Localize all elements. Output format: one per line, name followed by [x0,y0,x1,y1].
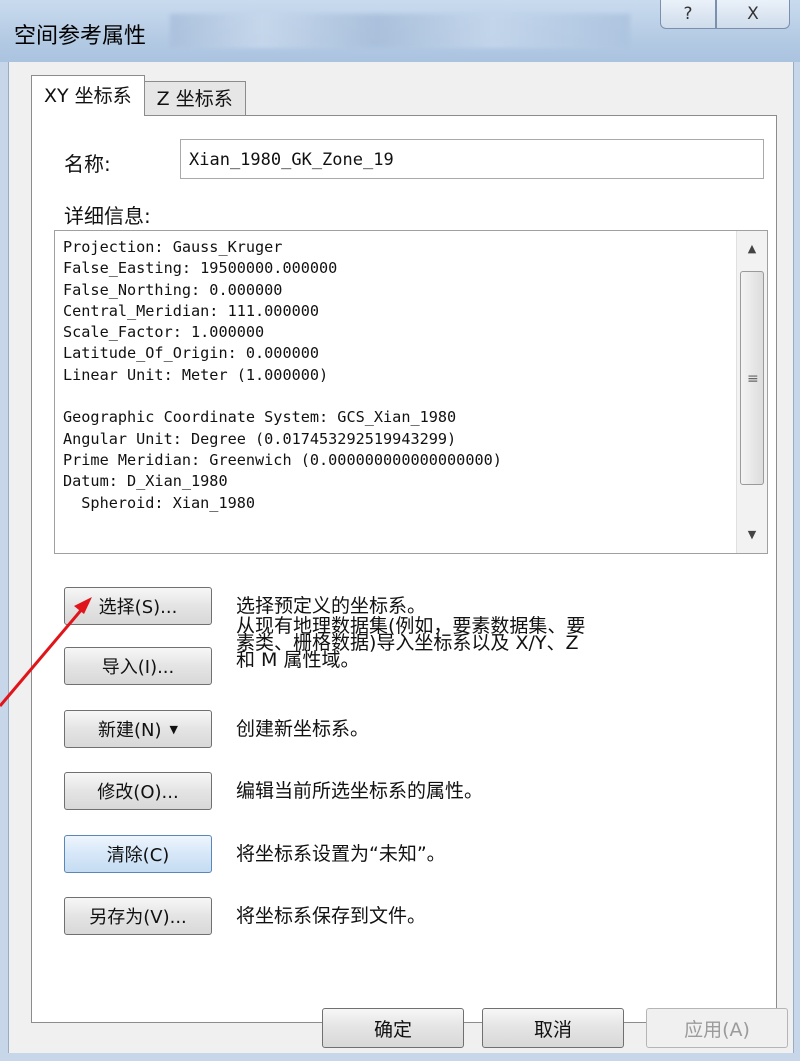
select-description: 选择预定义的坐标系。 [236,595,427,617]
clear-button[interactable]: 清除(C) [64,835,212,873]
apply-button-label: 应用(A) [684,1018,750,1041]
title-bar: 空间参考属性 ? X [0,0,800,63]
details-label: 详细信息: [64,204,151,228]
help-icon: ? [683,4,693,24]
new-button-label: 新建(N) [98,720,162,741]
modify-description: 编辑当前所选坐标系的属性。 [236,780,484,802]
scroll-down-icon[interactable]: ▼ [737,521,767,549]
help-button[interactable]: ? [660,0,716,29]
ok-button-label: 确定 [373,1018,412,1041]
close-icon: X [747,4,759,24]
tab-strip: XY 坐标系 Z 坐标系 [31,75,246,116]
scroll-grip-icon: ≡ [747,371,759,387]
scroll-up-icon[interactable]: ▲ [737,235,767,263]
cancel-button-label: 取消 [533,1018,572,1041]
select-button-label: 选择(S)... [98,597,178,618]
scroll-thumb[interactable]: ≡ [740,271,764,485]
import-description: 从现有地理数据集(例如，要素数据集、要 素类、栅格数据)导入坐标系以及 X/Y、… [236,615,586,671]
new-button[interactable]: 新建(N) ▼ [64,710,212,748]
new-description: 创建新坐标系。 [236,718,370,740]
select-button[interactable]: 选择(S)... [64,587,212,625]
close-button[interactable]: X [716,0,790,29]
save-as-button[interactable]: 另存为(V)... [64,897,212,935]
modify-button[interactable]: 修改(O)... [64,772,212,810]
name-label: 名称: [64,152,111,176]
tab-xy-coordinate-system[interactable]: XY 坐标系 [31,75,145,116]
import-button-label: 导入(I)... [101,657,175,678]
import-button[interactable]: 导入(I)... [64,647,212,685]
details-scrollbar[interactable]: ▲ ≡ ▼ [736,231,767,553]
clear-button-label: 清除(C) [106,845,170,866]
save-as-description: 将坐标系保存到文件。 [236,905,427,927]
window-title: 空间参考属性 [14,24,147,49]
clear-description: 将坐标系设置为“未知”。 [236,843,446,865]
caption-buttons: ? X [660,0,800,30]
cancel-button[interactable]: 取消 [482,1008,624,1048]
save-as-button-label: 另存为(V)... [89,907,187,928]
details-text: Projection: Gauss_Kruger False_Easting: … [63,238,502,512]
tab-z-coordinate-system[interactable]: Z 坐标系 [143,81,246,116]
details-textbox[interactable]: Projection: Gauss_Kruger False_Easting: … [54,230,768,554]
title-bar-blur [170,14,630,48]
ok-button[interactable]: 确定 [322,1008,464,1048]
dropdown-arrow-icon: ▼ [169,722,178,736]
name-field[interactable]: Xian_1980_GK_Zone_19 [180,139,764,179]
modify-button-label: 修改(O)... [97,782,179,803]
apply-button[interactable]: 应用(A) [646,1008,788,1048]
